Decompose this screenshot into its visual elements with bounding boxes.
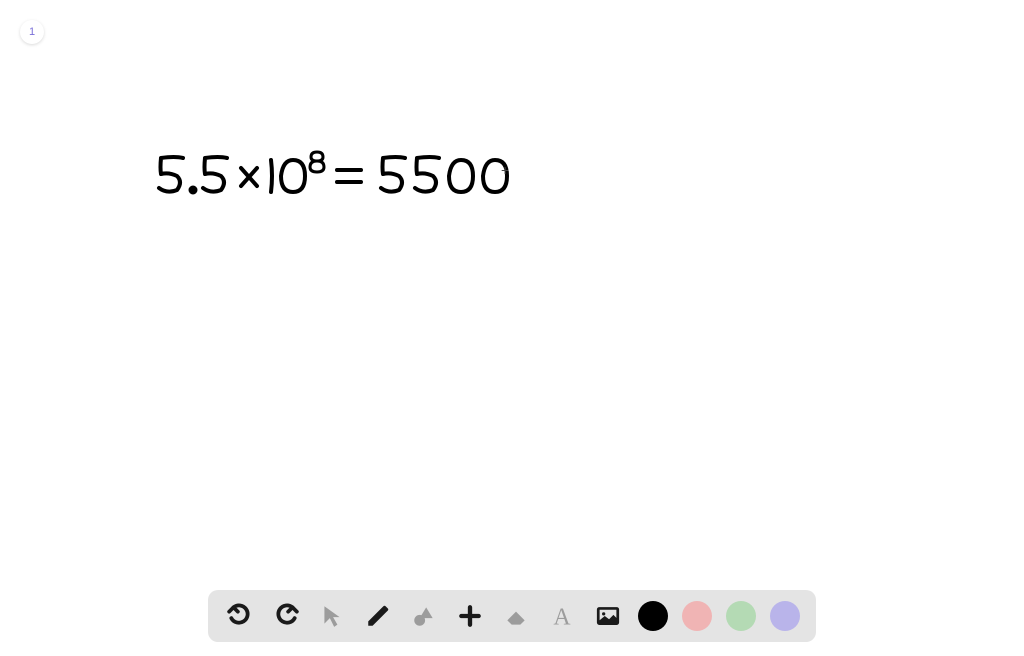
redo-icon	[273, 603, 299, 629]
color-purple[interactable]	[770, 601, 800, 631]
text-tool-button[interactable]: A	[546, 600, 578, 632]
color-pink[interactable]	[682, 601, 712, 631]
svg-text:A: A	[553, 605, 571, 629]
image-icon	[595, 603, 621, 629]
drawing-canvas[interactable]: +	[0, 0, 1024, 656]
eraser-icon	[503, 603, 529, 629]
shapes-tool-button[interactable]	[408, 600, 440, 632]
pen-tool-button[interactable]	[362, 600, 394, 632]
color-green[interactable]	[726, 601, 756, 631]
shapes-icon	[411, 603, 437, 629]
handwritten-equation	[155, 150, 515, 215]
redo-button[interactable]	[270, 600, 302, 632]
image-tool-button[interactable]	[592, 600, 624, 632]
pencil-icon	[365, 603, 391, 629]
drawing-toolbar: A	[208, 590, 816, 642]
add-button[interactable]	[454, 600, 486, 632]
cursor-icon	[319, 603, 345, 629]
text-icon: A	[549, 603, 575, 629]
undo-button[interactable]	[224, 600, 256, 632]
color-black[interactable]	[638, 601, 668, 631]
cursor-crosshair: +	[501, 163, 509, 177]
select-tool-button[interactable]	[316, 600, 348, 632]
eraser-tool-button[interactable]	[500, 600, 532, 632]
plus-icon	[457, 603, 483, 629]
undo-icon	[227, 603, 253, 629]
